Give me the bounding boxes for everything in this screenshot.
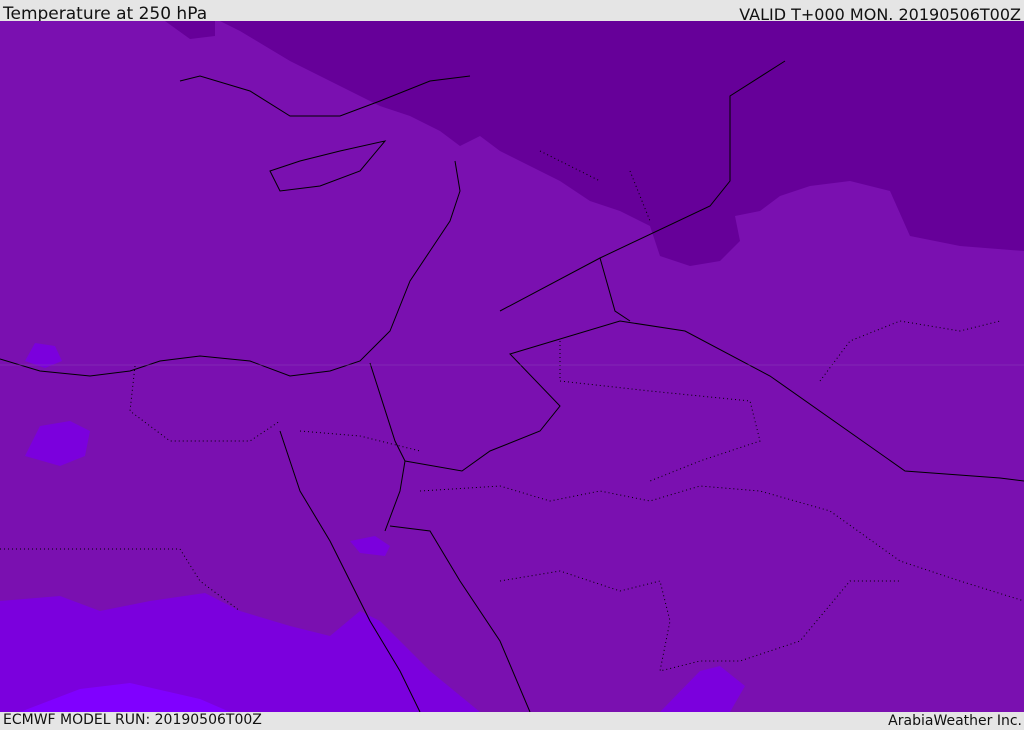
- brand-label: ArabiaWeather Inc.: [888, 713, 1022, 729]
- footer-bar: ECMWF MODEL RUN: 20190506T00Z ArabiaWeat…: [0, 712, 1024, 729]
- model-run-label: ECMWF MODEL RUN: 20190506T00Z: [3, 712, 262, 728]
- header-bar: Temperature at 250 hPa VALID T+000 MON. …: [0, 0, 1024, 24]
- temperature-map[interactable]: [0, 21, 1024, 712]
